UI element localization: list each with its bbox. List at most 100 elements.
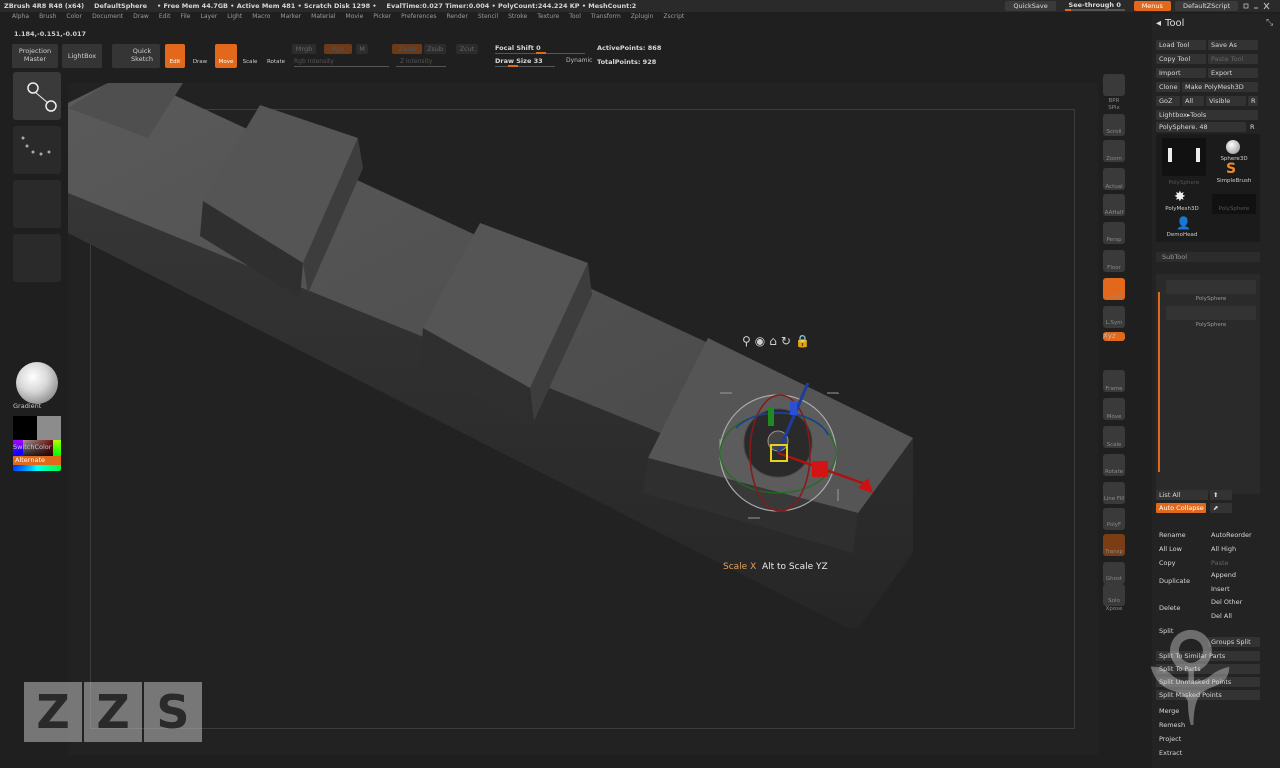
tool-palette-title[interactable]: ◂ Tool	[1156, 18, 1184, 29]
current-tool-r-button[interactable]: R	[1247, 122, 1257, 132]
export-button[interactable]: Export	[1208, 68, 1258, 78]
all-high-button[interactable]: All High	[1208, 544, 1260, 554]
alternate-button[interactable]: Alternate	[13, 456, 61, 465]
current-tool-slider[interactable]: PolySphere. 48	[1156, 122, 1246, 132]
move-mode-button[interactable]: Move	[215, 44, 237, 68]
m-button[interactable]: M	[356, 44, 368, 54]
autoreorder-button[interactable]: AutoReorder	[1208, 530, 1260, 540]
duplicate-button[interactable]: Duplicate	[1156, 576, 1206, 586]
secondary-color-swatch[interactable]	[37, 416, 61, 440]
lock-icon[interactable]: 🔒	[795, 335, 810, 347]
menu-macro[interactable]: Macro	[252, 13, 270, 23]
quick-sketch-button[interactable]: Quick Sketch	[112, 44, 160, 68]
bpr-render-button[interactable]	[1103, 74, 1125, 96]
menu-zplugin[interactable]: Zplugin	[631, 13, 654, 23]
brush-picker[interactable]	[13, 72, 61, 120]
zsub-button[interactable]: Zsub	[424, 44, 446, 54]
menu-picker[interactable]: Picker	[373, 13, 391, 23]
material-sphere-icon[interactable]	[16, 362, 58, 404]
import-button[interactable]: Import	[1156, 68, 1206, 78]
polysphere-thumb[interactable]	[1162, 138, 1206, 176]
save-as-button[interactable]: Save As	[1208, 40, 1258, 50]
all-low-button[interactable]: All Low	[1156, 544, 1206, 554]
rgb-button[interactable]: Rgb	[324, 44, 352, 54]
rgb-intensity-slider[interactable]	[294, 66, 389, 67]
gradient-toggle[interactable]: Gradient	[13, 402, 41, 410]
menu-edit[interactable]: Edit	[159, 13, 171, 23]
goz-all-button[interactable]: All	[1182, 96, 1204, 106]
subtool-item-icons[interactable]	[1166, 306, 1256, 320]
draw-size-label[interactable]: Draw Size 33	[495, 57, 543, 65]
texture-picker[interactable]	[13, 234, 61, 282]
edit-mode-button[interactable]: Edit	[165, 44, 185, 68]
document-canvas[interactable]: ⚲ ◉ ⌂ ↻ 🔒 Scale X Alt to Scale YZ	[68, 83, 1098, 755]
demohead-icon[interactable]: 👤	[1176, 216, 1191, 230]
palette-dock-icon[interactable]: ◂	[1156, 18, 1161, 29]
stroke-picker[interactable]	[13, 126, 61, 174]
model-viewport[interactable]	[68, 83, 1098, 755]
xyz-button[interactable]: Xyz	[1103, 332, 1125, 341]
menu-layer[interactable]: Layer	[201, 13, 218, 23]
focal-shift-label[interactable]: Focal Shift 0	[495, 44, 541, 52]
z-intensity-slider[interactable]	[396, 66, 446, 67]
resize-icon[interactable]: ⤡	[1266, 18, 1276, 28]
insert-button[interactable]: Insert	[1208, 584, 1260, 594]
menu-stroke[interactable]: Stroke	[508, 13, 527, 23]
menus-button[interactable]: Menus	[1133, 1, 1171, 11]
home-icon[interactable]: ⌂	[769, 335, 777, 347]
clone-button[interactable]: Clone	[1156, 82, 1180, 92]
lightbox-button[interactable]: LightBox	[62, 44, 102, 68]
z-intensity-label[interactable]: Z Intensity	[400, 58, 432, 65]
quicksave-button[interactable]: QuickSave	[1005, 1, 1056, 11]
menu-material[interactable]: Material	[311, 13, 335, 23]
load-tool-button[interactable]: Load Tool	[1156, 40, 1206, 50]
menu-brush[interactable]: Brush	[39, 13, 56, 23]
focal-shift-thumb[interactable]	[536, 52, 546, 54]
subtool-header[interactable]: SubTool	[1156, 252, 1260, 262]
move-down-icon[interactable]: ⬈	[1210, 503, 1232, 513]
menu-stencil[interactable]: Stencil	[478, 13, 498, 23]
see-through-track[interactable]	[1064, 9, 1125, 11]
dynamic-button[interactable]: Dynamic	[566, 57, 592, 64]
list-all-button[interactable]: List All	[1156, 490, 1208, 500]
menu-transform[interactable]: Transform	[591, 13, 621, 23]
rename-button[interactable]: Rename	[1156, 530, 1206, 540]
menu-light[interactable]: Light	[227, 13, 242, 23]
projection-master-button[interactable]: Projection Master	[12, 44, 58, 68]
alpha-picker[interactable]	[13, 180, 61, 228]
see-through-slider[interactable]: See-through 0	[1060, 1, 1130, 11]
menu-document[interactable]: Document	[92, 13, 123, 23]
switch-color-button[interactable]: SwitchColor	[13, 443, 51, 451]
make-polymesh3d-button[interactable]: Make PolyMesh3D	[1182, 82, 1258, 92]
spix-label[interactable]: SPix	[1100, 105, 1128, 111]
scale-mode-button[interactable]: Scale	[240, 44, 260, 68]
draw-mode-button[interactable]: Draw	[190, 44, 210, 68]
reset-rotation-icon[interactable]: ↻	[781, 335, 791, 347]
pin-icon[interactable]: ⚲	[742, 335, 751, 347]
menu-file[interactable]: File	[180, 13, 190, 23]
menu-alpha[interactable]: Alpha	[12, 13, 29, 23]
window-controls-icon[interactable]	[1242, 1, 1272, 11]
copy-tool-button[interactable]: Copy Tool	[1156, 54, 1206, 64]
draw-size-thumb[interactable]	[508, 65, 518, 67]
location-icon[interactable]: ◉	[755, 335, 765, 347]
menu-tool[interactable]: Tool	[569, 13, 581, 23]
subtool-item-icons[interactable]	[1166, 280, 1256, 294]
subtool-scrollbar[interactable]	[1158, 292, 1160, 472]
move-up-icon[interactable]: ⬆	[1210, 490, 1232, 500]
append-button[interactable]: Append	[1208, 570, 1260, 580]
zadd-button[interactable]: Zadd	[392, 44, 422, 54]
paste-tool-button[interactable]: Paste Tool	[1208, 54, 1258, 64]
main-color-swatch[interactable]	[13, 416, 37, 440]
zcut-button[interactable]: Zcut	[456, 44, 478, 54]
auto-collapse-button[interactable]: Auto Collapse	[1156, 503, 1206, 513]
rotate-mode-button[interactable]: Rotate	[264, 44, 288, 68]
menu-texture[interactable]: Texture	[537, 13, 559, 23]
paste-subtool-button[interactable]: Paste	[1208, 558, 1260, 568]
menu-render[interactable]: Render	[446, 13, 467, 23]
mrgb-button[interactable]: Mrgb	[292, 44, 316, 54]
menu-movie[interactable]: Movie	[346, 13, 364, 23]
goz-button[interactable]: GoZ	[1156, 96, 1180, 106]
menu-draw[interactable]: Draw	[133, 13, 149, 23]
goz-r-button[interactable]: R	[1248, 96, 1258, 106]
